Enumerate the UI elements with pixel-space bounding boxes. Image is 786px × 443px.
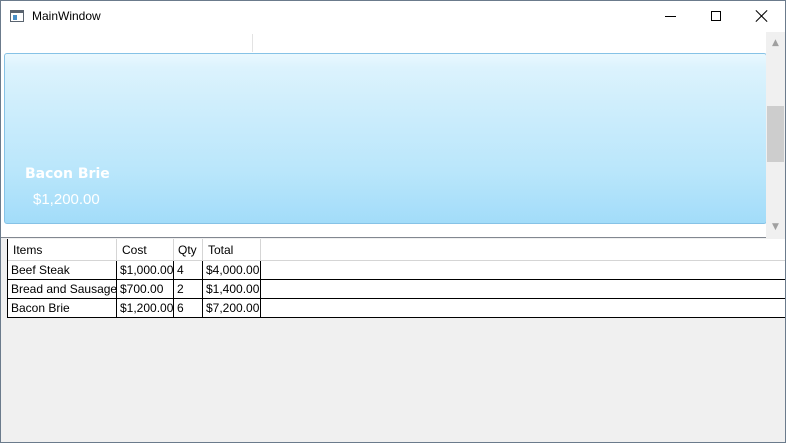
maximize-icon (711, 11, 721, 21)
cell-item[interactable]: Beef Steak (8, 261, 117, 279)
vertical-scrollbar[interactable]: ▲ ▼ (766, 32, 785, 238)
table-row[interactable]: Bread and Sausage $700.00 2 $1,400.00 (8, 280, 785, 299)
table-row[interactable]: Beef Steak $1,000.00 4 $4,000.00 (8, 261, 785, 280)
cell-item[interactable]: Bread and Sausage (8, 280, 117, 298)
table-row[interactable]: Bacon Brie $1,200.00 6 $7,200.00 (8, 299, 785, 318)
cell-cost[interactable]: $700.00 (117, 280, 174, 298)
minimize-button[interactable] (647, 1, 693, 32)
minimize-icon (665, 16, 676, 17)
card-item-name: Bacon Brie (25, 166, 110, 182)
cell-item[interactable]: Bacon Brie (8, 299, 117, 317)
cell-cost[interactable]: $1,200.00 (117, 299, 174, 317)
strip-divider (252, 34, 253, 52)
main-window: MainWindow Bacon Brie $1,200.00 ▲ ▼ Item… (0, 0, 786, 443)
cell-qty[interactable]: 4 (174, 261, 203, 279)
card-item-price: $1,200.00 (33, 191, 100, 208)
window-app-icon[interactable] (10, 10, 24, 22)
cell-qty[interactable]: 2 (174, 280, 203, 298)
column-header-cost[interactable]: Cost (117, 239, 174, 260)
items-data-grid[interactable]: Items Cost Qty Total Beef Steak $1,000.0… (7, 239, 785, 318)
cell-total[interactable]: $7,200.00 (203, 299, 261, 317)
cell-total[interactable]: $1,400.00 (203, 280, 261, 298)
item-scroll-viewer[interactable]: Bacon Brie $1,200.00 ▲ ▼ (1, 32, 785, 238)
column-header-items[interactable]: Items (8, 239, 117, 260)
chevron-down-icon[interactable]: ▼ (766, 218, 785, 236)
previous-card-strip (3, 34, 763, 52)
maximize-button[interactable] (693, 1, 739, 32)
cell-total[interactable]: $4,000.00 (203, 261, 261, 279)
cell-cost[interactable]: $1,000.00 (117, 261, 174, 279)
close-icon (755, 9, 769, 23)
title-bar[interactable]: MainWindow (1, 1, 785, 32)
scrollbar-thumb[interactable] (767, 106, 784, 162)
chevron-up-icon[interactable]: ▲ (766, 34, 785, 52)
column-header-qty[interactable]: Qty (174, 239, 203, 260)
selected-item-card[interactable]: Bacon Brie $1,200.00 (4, 53, 767, 224)
cell-qty[interactable]: 6 (174, 299, 203, 317)
column-header-total[interactable]: Total (203, 239, 261, 260)
close-button[interactable] (739, 1, 785, 32)
client-area: Bacon Brie $1,200.00 ▲ ▼ Items Cost Qty … (1, 32, 785, 442)
window-title: MainWindow (32, 9, 101, 23)
grid-header-row: Items Cost Qty Total (8, 239, 785, 261)
